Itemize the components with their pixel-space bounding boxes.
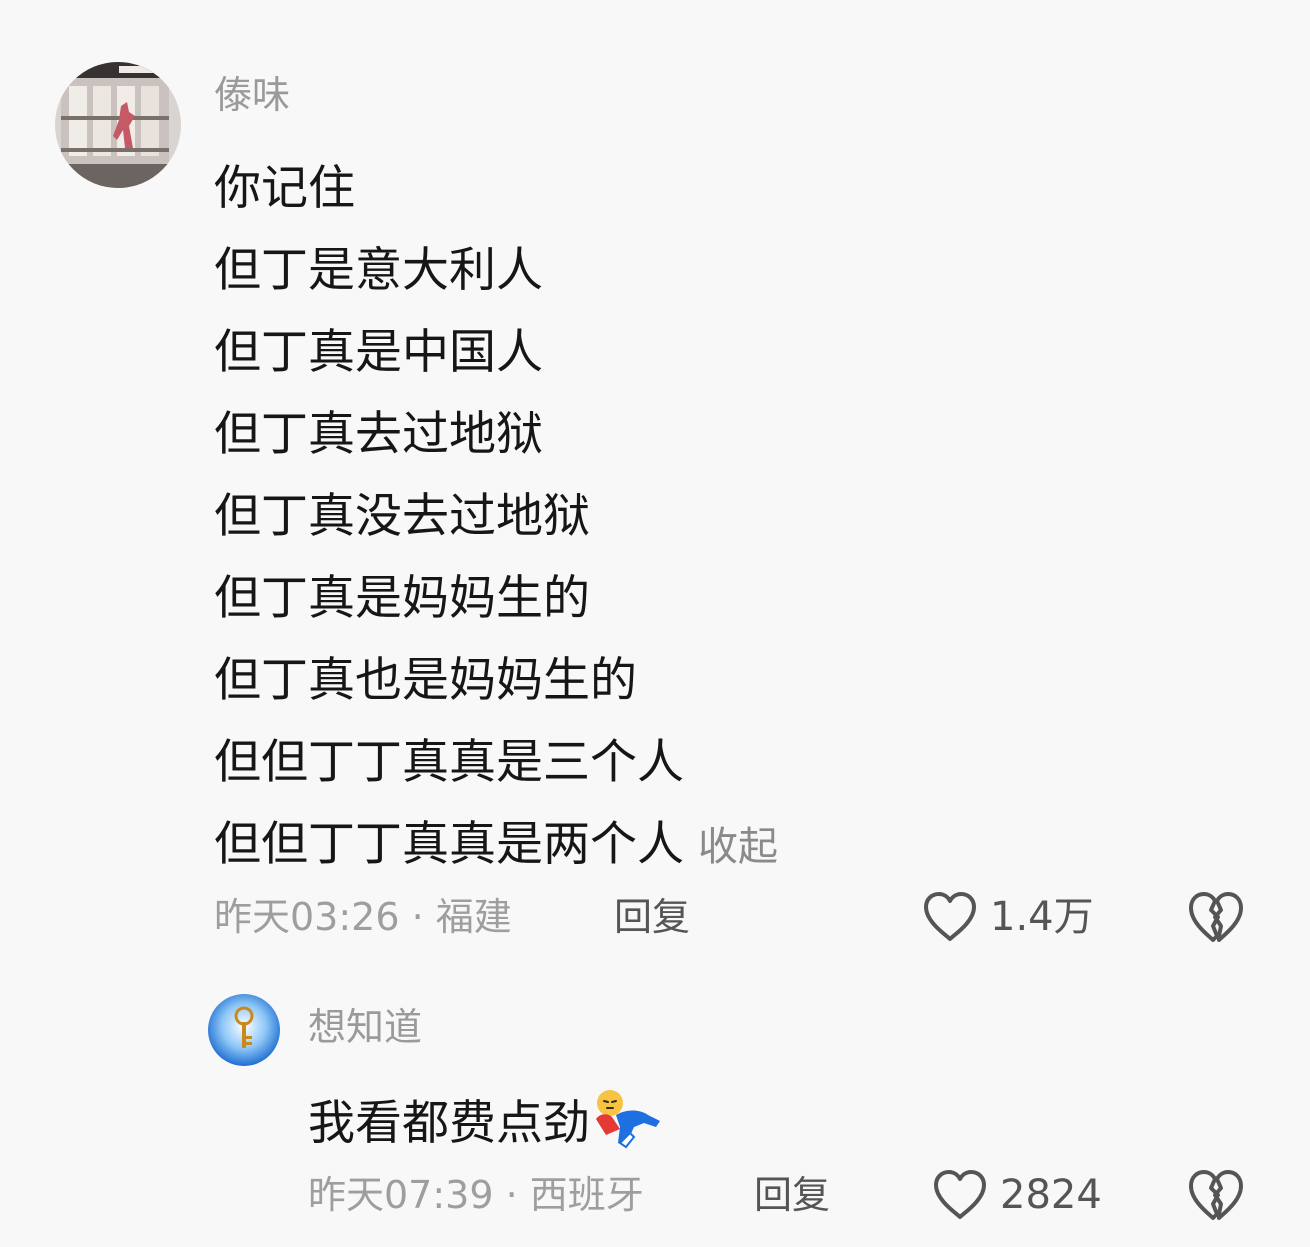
comment-text-line-last: 我看都费点劲: [308, 1083, 664, 1165]
collapse-button[interactable]: 收起: [698, 824, 778, 870]
comment-timestamp-location: 昨天07:39 · 西班牙: [308, 1173, 644, 1217]
like-count: 2824: [1000, 1172, 1102, 1218]
heart-outline-icon: [922, 891, 978, 943]
comment-text-line: 但丁真也是妈妈生的: [214, 653, 637, 708]
comment-text-line: 但丁真是妈妈生的: [214, 571, 590, 626]
comment-text-line: 但但丁丁真真是两个人: [214, 817, 684, 872]
reply-button[interactable]: 回复: [754, 1165, 830, 1225]
comment-text-line: 但丁真是中国人: [214, 325, 543, 380]
avatar[interactable]: [208, 994, 280, 1066]
avatar-image: [208, 994, 280, 1066]
comment-text-line: 我看都费点劲: [308, 1096, 590, 1151]
like-count: 1.4万: [990, 894, 1094, 940]
heart-outline-icon: [932, 1169, 988, 1221]
comment-text-line: 你记住: [214, 161, 355, 216]
broken-heart-icon: [1187, 1168, 1245, 1222]
reply-button[interactable]: 回复: [614, 887, 690, 947]
comment-content: 我看都费点劲: [308, 1083, 664, 1165]
like-button[interactable]: 2824: [932, 1165, 1102, 1225]
comment-text-line: 但丁真没去过地狱: [214, 489, 590, 544]
comment-footer: 昨天03:26 · 福建 回复 1.4万: [0, 887, 1310, 947]
comment-content: 你记住 但丁是意大利人 但丁真是中国人 但丁真去过地狱 但丁真没去过地狱 但丁真…: [214, 148, 778, 886]
broken-heart-icon: [1187, 890, 1245, 944]
lying-down-emoji-icon: [590, 1087, 664, 1149]
comment-timestamp-location: 昨天03:26 · 福建: [214, 895, 512, 939]
comment-text-line: 但丁是意大利人: [214, 243, 543, 298]
comment-text-line: 但但丁丁真真是三个人: [214, 735, 684, 790]
comment-text-line: 但丁真去过地狱: [214, 407, 543, 462]
comment-footer: 昨天07:39 · 西班牙 回复 2824: [0, 1165, 1310, 1225]
comment-text-line-last: 但但丁丁真真是两个人 收起: [214, 804, 778, 886]
like-button[interactable]: 1.4万: [922, 887, 1094, 947]
avatar-image: [55, 62, 181, 188]
comment-username[interactable]: 傣味: [214, 76, 290, 114]
dislike-button[interactable]: [1187, 1168, 1245, 1222]
avatar[interactable]: [55, 62, 181, 188]
comment-username[interactable]: 想知道: [308, 1008, 422, 1046]
dislike-button[interactable]: [1187, 890, 1245, 944]
